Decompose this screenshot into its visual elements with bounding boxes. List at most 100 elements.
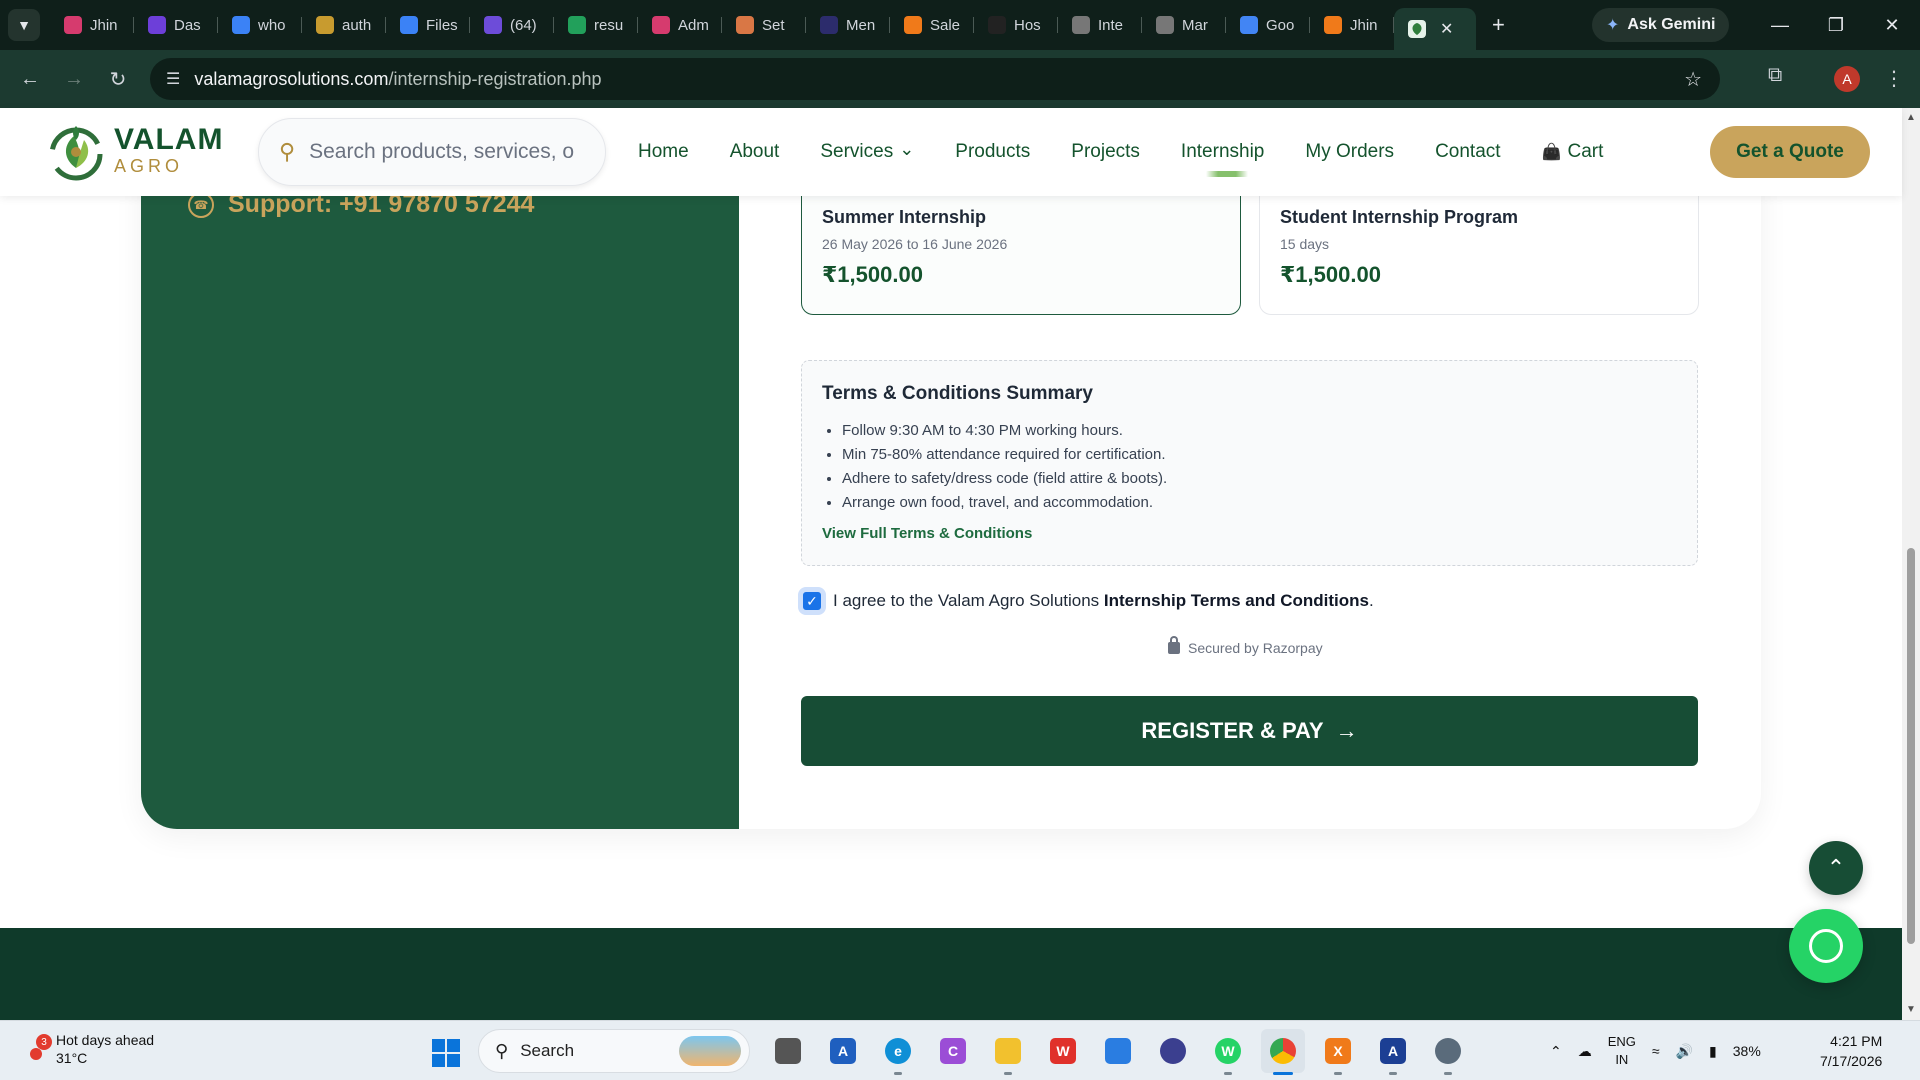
taskbar-app-vs-app[interactable]: A <box>1371 1029 1415 1075</box>
wifi-icon[interactable]: ≈ <box>1652 1043 1660 1059</box>
browser-tab[interactable]: Hos <box>974 7 1058 43</box>
tab-title: who <box>258 16 286 34</box>
globe-icon <box>1156 16 1174 34</box>
browser-tab[interactable]: Das <box>134 7 218 43</box>
program-card-summer[interactable]: Summer Internship 26 May 2026 to 16 June… <box>801 175 1241 315</box>
browser-tab-strip: ▼ Jhin Das who auth Files (64) resu Adm Set Men Sa… <box>0 0 1920 50</box>
address-bar-row: ← → ↻ ☰ valamagrosolutions.com/internshi… <box>0 50 1920 108</box>
ask-gemini-button[interactable]: ✦ Ask Gemini <box>1592 8 1730 42</box>
browser-tab[interactable]: Sale <box>890 7 974 43</box>
tab-active[interactable]: ✕ <box>1394 8 1476 50</box>
agree-checkbox[interactable]: ✓ <box>801 590 823 612</box>
nav-label: Home <box>638 141 689 162</box>
secured-text: Secured by Razorpay <box>1188 640 1323 656</box>
restore-button[interactable]: ❐ <box>1808 0 1864 50</box>
globe-icon <box>1072 16 1090 34</box>
minimize-button[interactable]: — <box>1752 0 1808 50</box>
taskbar-app-copilot[interactable]: C <box>931 1029 975 1073</box>
register-pay-button[interactable]: REGISTER & PAY → <box>801 696 1698 766</box>
browser-tab[interactable]: Inte <box>1058 7 1142 43</box>
get-quote-button[interactable]: Get a Quote <box>1710 126 1870 178</box>
back-button[interactable]: ← <box>8 68 52 91</box>
scroll-down-arrow-icon[interactable]: ▼ <box>1906 1004 1916 1015</box>
weather-temp: 31°C <box>56 1050 88 1066</box>
browser-tab[interactable]: who <box>218 7 302 43</box>
nav-cart[interactable]: 👜 Cart <box>1542 141 1604 163</box>
taskbar-app-settings[interactable] <box>1426 1029 1470 1075</box>
scroll-up-arrow-icon[interactable]: ▲ <box>1906 112 1916 123</box>
reload-button[interactable]: ↻ <box>96 67 140 92</box>
bookmark-star-icon[interactable]: ☆ <box>1684 67 1702 92</box>
chevron-up-icon[interactable]: ⌃ <box>1550 1043 1562 1060</box>
web-icon <box>64 16 82 34</box>
profile-avatar[interactable]: A <box>1834 66 1860 92</box>
nav-internship[interactable]: Internship <box>1181 141 1264 177</box>
scroll-to-top-button[interactable]: ⌃ <box>1809 841 1863 895</box>
search-input[interactable] <box>309 140 580 164</box>
battery-icon[interactable]: ▮ <box>1709 1043 1717 1060</box>
site-search: ⚲ <box>258 118 606 186</box>
language-indicator[interactable]: ENG IN <box>1608 1033 1636 1069</box>
taskbar-app-ms-store[interactable] <box>1096 1029 1140 1073</box>
agree-label[interactable]: I agree to the Valam Agro Solutions Inte… <box>833 591 1374 611</box>
whatsapp-float-button[interactable] <box>1789 909 1863 983</box>
nav-projects[interactable]: Projects <box>1071 141 1140 163</box>
nav-products[interactable]: Products <box>955 141 1030 163</box>
file-explorer-icon <box>995 1038 1021 1064</box>
browser-tab[interactable]: Jhin <box>1310 7 1394 43</box>
search-icon[interactable]: ⚲ <box>279 139 295 165</box>
start-button[interactable] <box>432 1039 460 1067</box>
close-tab-icon[interactable]: ✕ <box>1440 19 1453 39</box>
taskbar-search[interactable]: ⚲ Search <box>478 1029 750 1073</box>
program-card-student[interactable]: Student Internship Program 15 days ₹1,50… <box>1259 175 1699 315</box>
taskbar-app-eclipse[interactable] <box>1151 1029 1195 1073</box>
new-tab-button[interactable]: + <box>1492 12 1505 38</box>
nav-home[interactable]: Home <box>638 141 689 163</box>
nav-about[interactable]: About <box>730 141 780 163</box>
browser-tab[interactable]: Files <box>386 7 470 43</box>
taskbar-app-chrome[interactable] <box>1261 1029 1305 1075</box>
taskbar-app-azure[interactable]: A <box>821 1029 865 1073</box>
volume-icon[interactable]: 🔊 <box>1676 1043 1693 1060</box>
browser-tab[interactable]: Men <box>806 7 890 43</box>
taskbar-app-xampp[interactable]: X <box>1316 1029 1360 1075</box>
url-bar[interactable]: ☰ valamagrosolutions.com/internship-regi… <box>150 58 1720 100</box>
browser-tab[interactable]: Goo <box>1226 7 1310 43</box>
program-title: Student Internship Program <box>1280 207 1519 227</box>
google-icon <box>1240 16 1258 34</box>
tab-title: Mar <box>1182 16 1208 34</box>
close-window-button[interactable]: ✕ <box>1864 0 1920 50</box>
nav-services[interactable]: Services ⌄ <box>820 139 914 163</box>
view-full-terms-link[interactable]: View Full Terms & Conditions <box>822 525 1032 542</box>
lang-bottom: IN <box>1615 1052 1629 1067</box>
eclipse-icon <box>1160 1038 1186 1064</box>
taskbar-app-task-view[interactable] <box>766 1029 810 1073</box>
browser-tab[interactable]: auth <box>302 7 386 43</box>
taskbar-app-wps-office[interactable]: W <box>1041 1029 1085 1073</box>
browser-tab[interactable]: Mar <box>1142 7 1226 43</box>
taskbar-app-file-explorer[interactable] <box>986 1029 1030 1075</box>
extensions-icon[interactable]: ⧉ <box>1768 64 1782 87</box>
browser-tab[interactable]: Jhin <box>50 7 134 43</box>
nav-my-orders[interactable]: My Orders <box>1305 141 1394 163</box>
agree-suffix: . <box>1369 591 1374 610</box>
site-info-icon[interactable]: ☰ <box>166 69 180 89</box>
browser-tab[interactable]: Adm <box>638 7 722 43</box>
taskbar-app-whatsapp[interactable]: W <box>1206 1029 1250 1075</box>
page-scrollbar[interactable]: ▲ ▼ <box>1902 108 1920 1020</box>
tab-title: Inte <box>1098 16 1124 34</box>
taskbar-app-edge[interactable]: e <box>876 1029 920 1075</box>
forward-button[interactable]: → <box>52 68 96 91</box>
tab-search-button[interactable]: ▼ <box>8 9 40 41</box>
xampp-icon <box>1324 16 1342 34</box>
browser-tab[interactable]: Set <box>722 7 806 43</box>
weather-widget[interactable]: 3 Hot days ahead 31°C <box>24 1031 154 1067</box>
browser-tab[interactable]: resu <box>554 7 638 43</box>
site-logo[interactable]: VALAM AGRO <box>44 118 223 182</box>
taskbar-clock[interactable]: 4:21 PM 7/17/2026 <box>1820 1031 1882 1071</box>
nav-contact[interactable]: Contact <box>1435 141 1500 163</box>
onedrive-icon[interactable]: ☁ <box>1578 1043 1592 1060</box>
browser-tab[interactable]: (64) <box>470 7 554 43</box>
scrollbar-thumb[interactable] <box>1907 548 1915 944</box>
browser-menu-icon[interactable]: ⋮ <box>1884 66 1904 91</box>
